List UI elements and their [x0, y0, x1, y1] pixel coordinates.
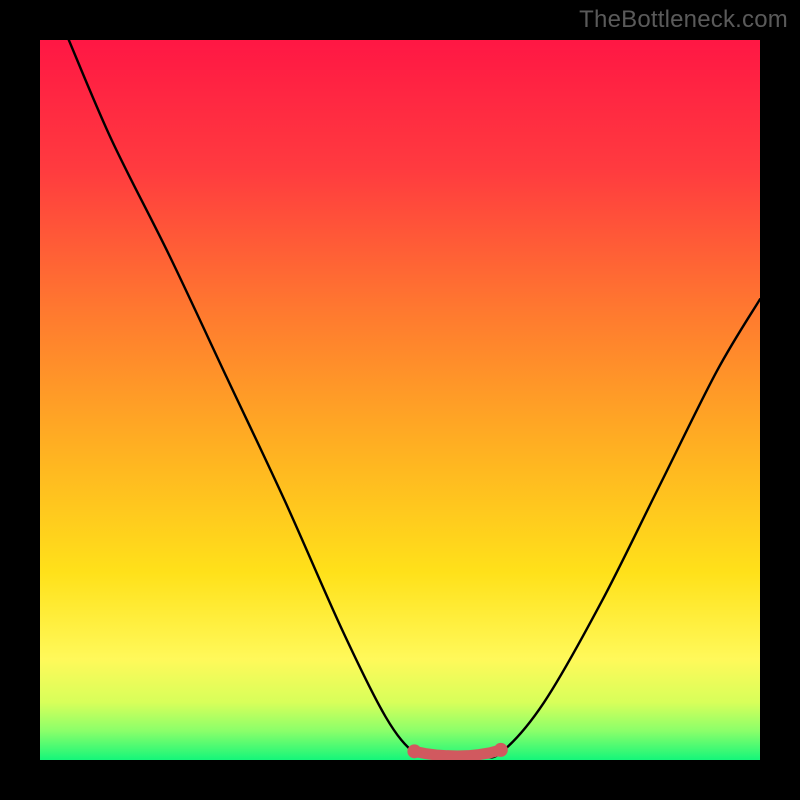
marker-band	[414, 750, 500, 756]
marker-dot	[494, 743, 508, 757]
marker-dot	[407, 744, 421, 758]
chart-frame: TheBottleneck.com	[0, 0, 800, 800]
plot-area	[40, 40, 760, 760]
bottom-marker-cluster	[407, 743, 507, 758]
bottleneck-curve	[69, 40, 760, 757]
curve-layer	[40, 40, 760, 760]
attribution-watermark: TheBottleneck.com	[579, 6, 788, 34]
